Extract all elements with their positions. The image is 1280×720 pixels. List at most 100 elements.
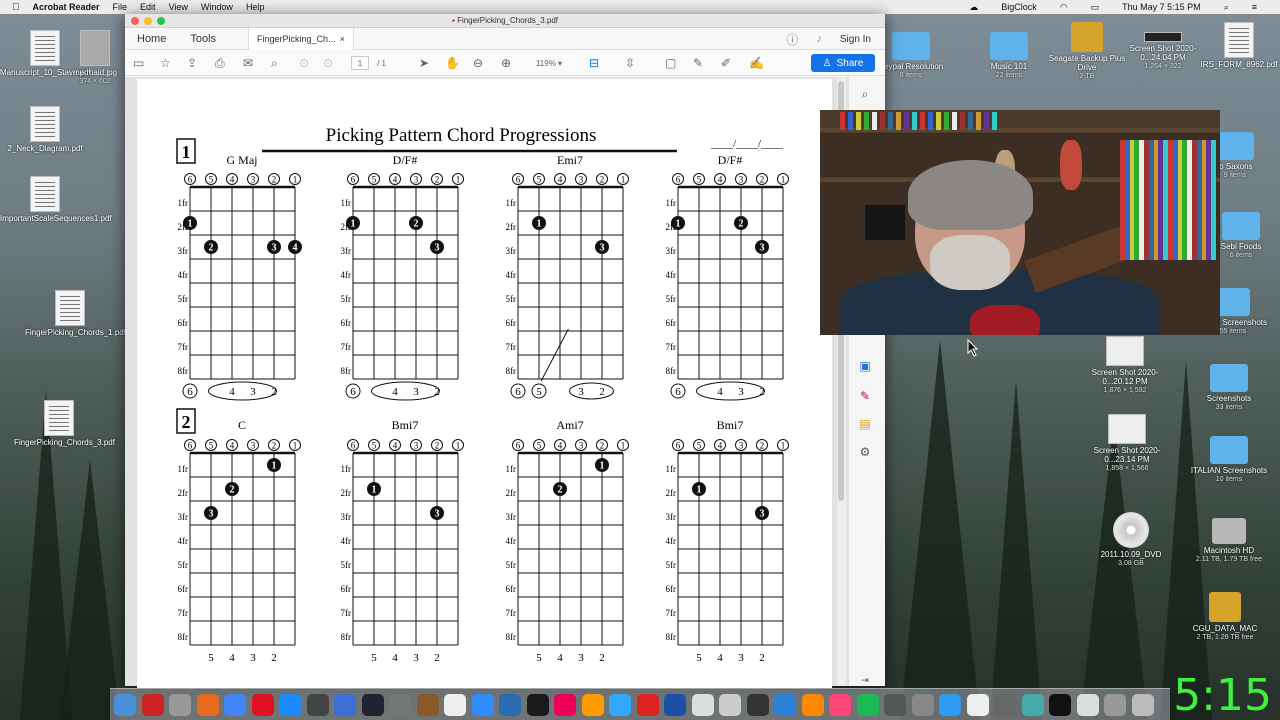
dock-app-icon[interactable] — [829, 694, 851, 716]
apple-menu-icon[interactable]:  — [12, 2, 20, 13]
dock-app-icon[interactable] — [169, 694, 191, 716]
dock-app-icon[interactable] — [1131, 694, 1154, 716]
page-number-input[interactable]: 1 — [351, 56, 369, 70]
dock-app-icon[interactable] — [664, 694, 686, 716]
dock-app-icon[interactable] — [251, 694, 274, 716]
close-window-icon[interactable] — [131, 17, 139, 25]
tab-document[interactable]: FingerPicking_Ch... × — [248, 27, 355, 50]
dock-app-icon[interactable] — [141, 694, 164, 716]
next-page-icon[interactable]: ⊙ — [323, 55, 333, 71]
mail-icon[interactable]: ✉ — [243, 55, 253, 71]
dock-app-icon[interactable] — [306, 694, 329, 716]
dock-app-icon[interactable] — [856, 694, 879, 716]
dock-app-icon[interactable] — [334, 694, 356, 716]
dvd-icon[interactable]: 2011.10.09_DVD 3.08 GB — [1086, 512, 1176, 568]
edit-pdf-icon[interactable]: ✎ — [857, 389, 873, 405]
tab-home[interactable]: Home — [125, 33, 178, 45]
document-viewport[interactable]: Picking Pattern Chord Progressions ____/_… — [125, 77, 885, 688]
star-icon[interactable]: ☆ — [160, 55, 171, 71]
menu-view[interactable]: View — [169, 2, 188, 12]
dock-app-icon[interactable] — [636, 694, 659, 716]
spotlight-icon[interactable]: ⌕ — [1224, 2, 1229, 13]
desktop-screenshot-icon[interactable]: Screen Shot 2020-0...20.12 PM 1,876 × 1,5… — [1080, 336, 1170, 395]
dock-app-icon[interactable] — [966, 694, 989, 716]
dock-app-icon[interactable] — [196, 694, 219, 716]
menu-file[interactable]: File — [113, 2, 128, 12]
save-icon[interactable]: ▭ — [133, 55, 144, 71]
dock-app-icon[interactable] — [691, 694, 714, 716]
select-arrow-icon[interactable]: ➤ — [419, 55, 429, 71]
dock-app-icon[interactable] — [224, 694, 246, 716]
dock-app-icon[interactable] — [114, 694, 136, 716]
close-tab-icon[interactable]: × — [340, 34, 345, 44]
dock-app-icon[interactable] — [416, 694, 439, 716]
menu-window[interactable]: Window — [201, 2, 233, 12]
upload-icon[interactable]: ⇪ — [187, 55, 197, 71]
zoom-out-icon[interactable]: ⊖ — [473, 55, 483, 71]
fill-sign-icon[interactable]: ✍ — [749, 55, 764, 71]
dock-app-icon[interactable] — [1104, 694, 1126, 716]
zoom-out-search-icon[interactable]: ⌕ — [271, 55, 278, 71]
desktop-file-icon[interactable]: FingerPicking_Chords_1.pdf — [25, 290, 126, 337]
wifi-icon[interactable]: ◠ — [1060, 2, 1068, 13]
desktop-file-icon[interactable]: ImportantScaleSequences1.pdf — [0, 176, 112, 223]
zoom-in-icon[interactable]: ⊕ — [501, 55, 511, 71]
dock-app-icon[interactable] — [361, 694, 384, 716]
dock-app-icon[interactable] — [1076, 694, 1099, 716]
dock-app-icon[interactable] — [746, 694, 769, 716]
menu-app-name[interactable]: Acrobat Reader — [33, 2, 100, 12]
dock-app-icon[interactable] — [444, 694, 466, 716]
dock-app-icon[interactable] — [526, 694, 549, 716]
menu-edit[interactable]: Edit — [140, 2, 156, 12]
fit-page-icon[interactable]: ⊟ — [589, 55, 599, 71]
dock-app-icon[interactable] — [471, 694, 494, 716]
menu-bigclock[interactable]: BigClock — [1001, 2, 1037, 12]
dock-app-icon[interactable] — [939, 694, 961, 716]
dock-app-icon[interactable] — [499, 694, 521, 716]
search-icon[interactable]: ⌕ — [857, 87, 873, 103]
menu-help[interactable]: Help — [246, 2, 265, 12]
prev-page-icon[interactable]: ⊙ — [299, 55, 309, 71]
notification-icon[interactable]: ≡ — [1252, 2, 1257, 12]
maximize-window-icon[interactable] — [157, 17, 165, 25]
hand-tool-icon[interactable]: ✋ — [445, 55, 460, 71]
desktop-file-icon[interactable]: FingerPicking_Chords_3.pdf — [14, 400, 115, 447]
help-icon[interactable]: ⓘ — [786, 31, 798, 48]
dock-app-icon[interactable] — [884, 694, 906, 716]
scroll-mode-icon[interactable]: ⇳ — [625, 55, 635, 71]
desktop-folder-icon[interactable]: Screenshots 33 items — [1184, 364, 1274, 412]
dock-app-icon[interactable] — [1021, 694, 1044, 716]
zoom-level-select[interactable]: 119% ▾ — [529, 55, 569, 71]
dock-app-icon[interactable] — [801, 694, 824, 716]
highlight-pen-icon[interactable]: ✎ — [693, 55, 703, 71]
desktop-file-icon[interactable]: 2_Neck_Diagram.pdf — [0, 106, 90, 153]
page-number-box[interactable]: 1 — [351, 55, 369, 71]
menu-clock[interactable]: Thu May 7 5:15 PM — [1122, 2, 1201, 12]
bell-icon[interactable]: ♪ — [816, 33, 822, 45]
tools-icon[interactable]: ⚙ — [857, 445, 873, 461]
desktop-drive-icon[interactable]: CGU_DATA_MAC 2 TB, 1.26 TB free — [1180, 592, 1270, 642]
dock-app-icon[interactable] — [554, 694, 576, 716]
desktop-folder-icon[interactable]: ITALIAN Screenshots 10 items — [1184, 436, 1274, 484]
dock-app-icon[interactable] — [1049, 694, 1071, 716]
desktop-file-icon[interactable]: IRS_FORM_8962.pdf — [1194, 22, 1280, 69]
sign-in-button[interactable]: Sign In — [840, 34, 871, 45]
print-icon[interactable]: ⎙ — [215, 55, 225, 71]
dock-app-icon[interactable] — [911, 694, 934, 716]
tab-tools[interactable]: Tools — [178, 33, 228, 45]
dock-app-icon[interactable] — [279, 694, 301, 716]
draw-icon[interactable]: ✐ — [721, 55, 731, 71]
dock-app-icon[interactable] — [609, 694, 631, 716]
minimize-window-icon[interactable] — [144, 17, 152, 25]
export-pdf-icon[interactable]: ▣ — [857, 359, 873, 375]
dock-app-icon[interactable] — [389, 694, 411, 716]
comment-icon[interactable]: ▢ — [665, 55, 676, 71]
dock-app-icon[interactable] — [581, 694, 604, 716]
desktop-screenshot-icon[interactable]: Screen Shot 2020-0...23.14 PM 1,858 × 1,5… — [1082, 414, 1172, 473]
battery-icon[interactable]: ▭ — [1091, 2, 1100, 13]
hard-drive-icon[interactable]: Macintosh HD 2.11 TB, 1.79 TB free — [1184, 518, 1274, 564]
comment-tool-icon[interactable]: ▤ — [857, 417, 873, 433]
cloud-icon[interactable]: ☁ — [969, 2, 978, 13]
share-button[interactable]: ♙ Share — [811, 54, 875, 72]
dock-app-icon[interactable] — [719, 694, 741, 716]
